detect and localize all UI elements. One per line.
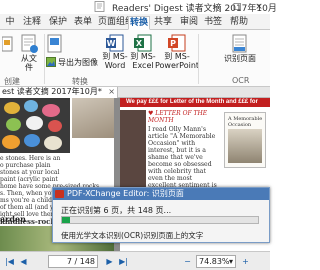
page-number-input[interactable]: 7 / 148 [48, 255, 98, 268]
first-page-button[interactable]: |◀ [4, 256, 15, 267]
new-document-icon [2, 36, 13, 52]
zoom-dropdown-icon[interactable]: ▾ [229, 256, 233, 267]
letters-banner: We pay £££ for Letter of the Month and £… [120, 98, 270, 107]
tab-convert[interactable]: 转换 [128, 16, 150, 30]
dialog-title: PDF-XChange Editor: 识别页面 [67, 189, 184, 198]
close-tab-button[interactable]: × [108, 87, 115, 97]
document-tab-label: est 读者文摘 2017年10月* [2, 87, 102, 96]
powerpoint-icon: P [168, 34, 186, 52]
export-image-button[interactable]: 导出为图像 [46, 57, 98, 67]
to-excel-label: 到 MS-Excel [130, 52, 156, 70]
last-page-button[interactable]: ▶| [118, 256, 129, 267]
svg-text:P: P [170, 39, 176, 48]
letter-heading: ♥ LETTER OF THE MONTH [148, 110, 208, 124]
tab-partial[interactable]: 中 [2, 16, 18, 30]
ocr-button[interactable]: 识别页面 [222, 34, 258, 63]
svg-text:X: X [136, 39, 143, 48]
window-controls: – □ × [204, 0, 270, 14]
document-tab[interactable]: est 读者文摘 2017年10月* × [0, 87, 118, 98]
separator [44, 34, 45, 84]
cat-photo [72, 98, 114, 138]
to-powerpoint-button[interactable]: P 到 MS-PowerPoint [154, 34, 200, 70]
ribbon-tabs: 中 注释 保护 表单 页面组织 转换 共享 审阅 书签 帮助 [0, 14, 270, 30]
minimize-button[interactable]: – [204, 0, 226, 14]
tab-annotate[interactable]: 注释 [20, 16, 44, 30]
close-window-button[interactable]: × [248, 0, 270, 14]
new-document-button[interactable] [2, 36, 14, 54]
zoom-value: 74.83% [199, 257, 230, 266]
from-file-label: 从文件 [21, 54, 37, 72]
from-file-button[interactable]: 从文件 [18, 34, 40, 72]
title-bar: Readers' Digest 读者文摘 2017年10月 – □ × [0, 0, 277, 14]
export-page-icon [47, 34, 62, 53]
painted-stones-photo [0, 98, 70, 153]
zoom-out-button[interactable]: − [182, 256, 193, 267]
dialog-message: 正在识别第 6 页，共 148 页... [61, 206, 172, 215]
tab-protect[interactable]: 保护 [46, 16, 70, 30]
section-heading: arden [0, 214, 26, 224]
svg-text:W: W [107, 39, 116, 48]
banner-text: We pay £££ for Letter of the Month and £… [126, 99, 258, 105]
tab-help[interactable]: 帮助 [228, 16, 250, 30]
to-word-label: 到 MS-Word [102, 52, 128, 70]
image-icon [46, 57, 56, 67]
excel-icon: X [134, 34, 152, 52]
create-group-label: 创建 [4, 77, 20, 86]
maximize-button[interactable]: □ [226, 0, 248, 14]
next-page-button[interactable]: ▶ [104, 256, 115, 267]
document-icon [94, 1, 105, 12]
tab-form[interactable]: 表单 [72, 16, 94, 30]
status-bar: |◀ ◀ 7 / 148 ▶ ▶| − 74.83% ▾ + [0, 251, 270, 270]
export-group-label: 转换 [72, 77, 88, 86]
progress-bar [61, 216, 259, 224]
progress-fill [62, 217, 70, 223]
dialog-sub-message: 使用光学文本识别(OCR)识别页面上的文字 [61, 231, 204, 240]
dialog-title-bar: PDF-XChange Editor: 识别页面 [53, 188, 269, 200]
pdf-xchange-icon [55, 190, 64, 198]
zoom-level-field[interactable]: 74.83% ▾ [196, 255, 236, 268]
word-icon: W [106, 34, 124, 52]
ocr-label: 识别页面 [224, 54, 256, 63]
ocr-group-label: OCR [232, 76, 250, 85]
book-picture [228, 129, 262, 163]
to-excel-button[interactable]: X 到 MS-Excel [130, 34, 156, 70]
book-thumbnail: A Memorable Occasion [224, 112, 266, 168]
document-tab-bar: est 读者文摘 2017年10月* × [0, 87, 270, 98]
ribbon: 从文件 创建 导出为图像 转换 W 到 MS-Word X 到 MS-Excel [0, 30, 270, 87]
export-page-button[interactable] [46, 34, 64, 54]
ocr-progress-dialog: PDF-XChange Editor: 识别页面 正在识别第 6 页，共 148… [52, 187, 270, 243]
export-image-label: 导出为图像 [58, 57, 98, 67]
zoom-in-button[interactable]: + [240, 256, 251, 267]
tab-bookmarks[interactable]: 书签 [202, 16, 224, 30]
to-powerpoint-label: 到 MS-PowerPoint [154, 52, 200, 70]
tab-share[interactable]: 共享 [152, 16, 174, 30]
separator [198, 34, 199, 84]
tab-review[interactable]: 审阅 [178, 16, 200, 30]
book-title: A Memorable Occasion [228, 116, 263, 128]
from-file-icon [21, 34, 38, 53]
ocr-icon [232, 34, 247, 53]
prev-page-button[interactable]: ◀ [18, 256, 29, 267]
to-word-button[interactable]: W 到 MS-Word [102, 34, 128, 70]
